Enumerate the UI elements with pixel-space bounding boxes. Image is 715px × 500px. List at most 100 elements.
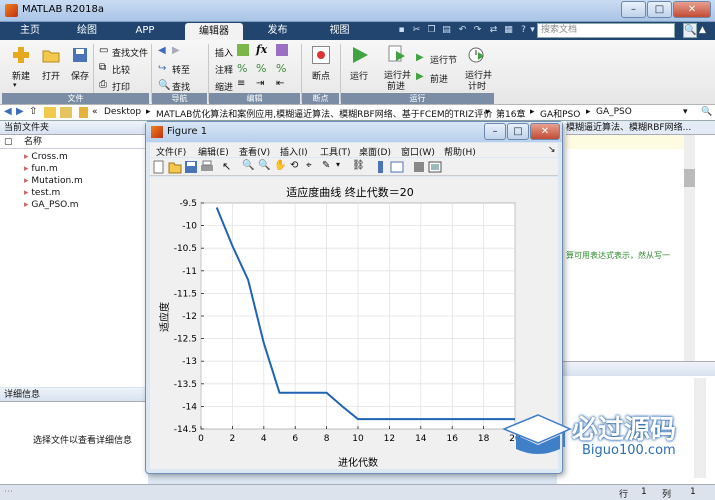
quick-cut-icon[interactable]: ✂ bbox=[410, 25, 423, 37]
save-figure-icon[interactable] bbox=[184, 160, 198, 174]
editor-tab[interactable]: 模糊逼近算法、模糊RBF网络... bbox=[566, 121, 715, 135]
nav-forward-icon[interactable]: ▶ bbox=[172, 45, 180, 56]
menu-dock-icon[interactable]: ↘ bbox=[548, 145, 556, 155]
column-header-name[interactable]: ▢ 名称 bbox=[0, 135, 147, 149]
addr-forward-icon[interactable]: ▶ bbox=[16, 106, 24, 117]
insert-fn-icon[interactable] bbox=[276, 44, 288, 56]
link-plot-icon[interactable]: ⛓ bbox=[352, 160, 366, 174]
file-item[interactable]: ▸ fun.m bbox=[24, 164, 58, 174]
open-button[interactable]: 打开 bbox=[42, 69, 60, 82]
menu-edit[interactable]: 编辑(E) bbox=[198, 145, 229, 158]
addr-crumb-gapso[interactable]: GA_PSO bbox=[596, 107, 632, 117]
fx-icon[interactable]: fx bbox=[256, 43, 267, 56]
run-section-button[interactable]: 运行节 bbox=[430, 53, 457, 66]
breakpoint-icon[interactable] bbox=[312, 46, 330, 64]
show-plot-tools-icon[interactable] bbox=[428, 160, 442, 174]
compare-button[interactable]: 比较 bbox=[112, 63, 130, 76]
quick-layout-icon[interactable]: ▦ bbox=[502, 25, 515, 37]
quick-switch-icon[interactable]: ⇄ bbox=[487, 25, 500, 37]
tab-plots[interactable]: 绘图 bbox=[62, 22, 112, 40]
legend-icon[interactable] bbox=[390, 160, 404, 174]
minimize-button[interactable]: – bbox=[621, 1, 646, 18]
open-folder-icon[interactable] bbox=[42, 48, 60, 63]
tab-editor[interactable]: 编辑器 bbox=[185, 23, 243, 40]
menu-help[interactable]: 帮助(H) bbox=[444, 145, 476, 158]
save-disk-icon[interactable] bbox=[72, 47, 88, 63]
rotate-3d-icon[interactable]: ⟲ bbox=[290, 160, 304, 174]
file-item[interactable]: ▸ Cross.m bbox=[24, 152, 68, 162]
quick-undo-icon[interactable]: ↶ bbox=[456, 25, 469, 37]
run-advance-icon[interactable] bbox=[388, 45, 406, 63]
addr-crumb-desktop[interactable]: Desktop bbox=[104, 107, 141, 117]
goto-button[interactable]: 转至 bbox=[172, 63, 190, 76]
run-play-icon[interactable] bbox=[350, 45, 370, 65]
menu-view[interactable]: 查看(V) bbox=[239, 145, 270, 158]
run-time-icon[interactable] bbox=[467, 45, 485, 63]
find-button[interactable]: 查找 bbox=[172, 80, 190, 93]
new-dropdown-icon[interactable]: ▾ bbox=[13, 81, 17, 89]
hide-plot-tools-icon[interactable] bbox=[412, 160, 426, 174]
tab-view[interactable]: 视图 bbox=[312, 22, 367, 40]
wrap-comment-icon[interactable]: % bbox=[276, 62, 286, 75]
file-item[interactable]: ▸ GA_PSO.m bbox=[24, 200, 79, 210]
addr-browse-icon[interactable] bbox=[44, 107, 56, 118]
run-button[interactable]: 运行 bbox=[350, 69, 368, 82]
addr-back-icon[interactable]: ◀ bbox=[4, 106, 12, 117]
search-button[interactable]: 🔍 bbox=[683, 23, 697, 38]
save-button[interactable]: 保存 bbox=[71, 69, 89, 82]
zoom-out-icon[interactable]: 🔍 bbox=[258, 160, 272, 174]
print-button[interactable]: 打印 bbox=[112, 80, 130, 93]
zoom-in-icon[interactable]: 🔍 bbox=[242, 160, 256, 174]
menu-file[interactable]: 文件(F) bbox=[156, 145, 186, 158]
menu-window[interactable]: 窗口(W) bbox=[401, 145, 435, 158]
menu-desktop[interactable]: 桌面(D) bbox=[359, 145, 391, 158]
run-advance-label-2[interactable]: 前进 bbox=[387, 79, 405, 92]
uncomment-icon[interactable]: % bbox=[256, 62, 266, 75]
addr-up-icon[interactable]: ⇧ bbox=[29, 106, 37, 117]
indent-decrease-icon[interactable]: ⇤ bbox=[276, 78, 284, 89]
addr-crumb-chapter[interactable]: 第16章 bbox=[496, 107, 525, 120]
editor-scrollbar-thumb[interactable] bbox=[684, 169, 695, 187]
insert-button[interactable]: 插入 bbox=[215, 46, 233, 59]
run-time-label-2[interactable]: 计时 bbox=[468, 79, 486, 92]
menu-tools[interactable]: 工具(T) bbox=[320, 145, 351, 158]
quick-save-icon[interactable]: ▪ bbox=[395, 25, 408, 37]
tab-publish[interactable]: 发布 bbox=[250, 22, 305, 40]
maximize-button[interactable]: □ bbox=[647, 1, 672, 18]
indent-increase-icon[interactable]: ⇥ bbox=[256, 78, 264, 89]
brush-dropdown-icon[interactable]: ▾ bbox=[336, 160, 350, 174]
print-figure-icon[interactable] bbox=[200, 160, 214, 174]
collapse-ribbon-icon[interactable]: ▲ bbox=[699, 23, 713, 38]
menu-insert[interactable]: 插入(I) bbox=[280, 145, 308, 158]
figure-maximize-button[interactable]: □ bbox=[507, 123, 529, 140]
quick-redo-icon[interactable]: ↷ bbox=[471, 25, 484, 37]
quick-paste-icon[interactable]: ▤ bbox=[440, 25, 453, 37]
figure-canvas[interactable]: 适应度曲线 终止代数＝20 0 2 4 6 8 10 12 14 16 18 20 -9.5 -10-… bbox=[150, 177, 558, 469]
addr-crumb-book[interactable]: MATLAB优化算法和案例应用,模糊逼近算法、模糊RBF网络、基于FCEM的TR… bbox=[156, 107, 492, 120]
figure-minimize-button[interactable]: – bbox=[484, 123, 506, 140]
comment-button[interactable]: 注释 bbox=[215, 63, 233, 76]
open-file-icon[interactable] bbox=[168, 160, 182, 174]
tab-home[interactable]: 主页 bbox=[5, 22, 55, 40]
new-figure-icon[interactable] bbox=[152, 160, 166, 174]
nav-back-icon[interactable]: ◀ bbox=[158, 45, 166, 56]
addr-dropdown-icon[interactable]: ▾ bbox=[683, 107, 688, 117]
comment-percent-icon[interactable]: % bbox=[237, 62, 247, 75]
pan-hand-icon[interactable]: ✋ bbox=[274, 160, 288, 174]
quick-copy-icon[interactable]: ❐ bbox=[425, 25, 438, 37]
file-item[interactable]: ▸ Mutation.m bbox=[24, 176, 83, 186]
search-docs-input[interactable]: 搜索文档 bbox=[537, 23, 675, 38]
addr-folder-icon[interactable] bbox=[60, 107, 72, 118]
advance-button[interactable]: 前进 bbox=[430, 72, 448, 85]
find-files-button[interactable]: 查找文件 bbox=[112, 46, 148, 59]
colorbar-icon[interactable] bbox=[374, 160, 388, 174]
data-cursor-icon[interactable]: ⌖ bbox=[306, 160, 320, 174]
pointer-icon[interactable]: ↖ bbox=[222, 160, 236, 174]
breakpoint-button[interactable]: 断点 bbox=[312, 69, 330, 82]
file-item[interactable]: ▸ test.m bbox=[24, 188, 60, 198]
brush-icon[interactable]: ✎ bbox=[322, 160, 336, 174]
insert-section-icon[interactable] bbox=[237, 44, 249, 56]
new-plus-icon[interactable] bbox=[12, 46, 30, 64]
figure-close-button[interactable]: ✕ bbox=[530, 123, 560, 140]
indent-button[interactable]: 缩进 bbox=[215, 80, 233, 93]
